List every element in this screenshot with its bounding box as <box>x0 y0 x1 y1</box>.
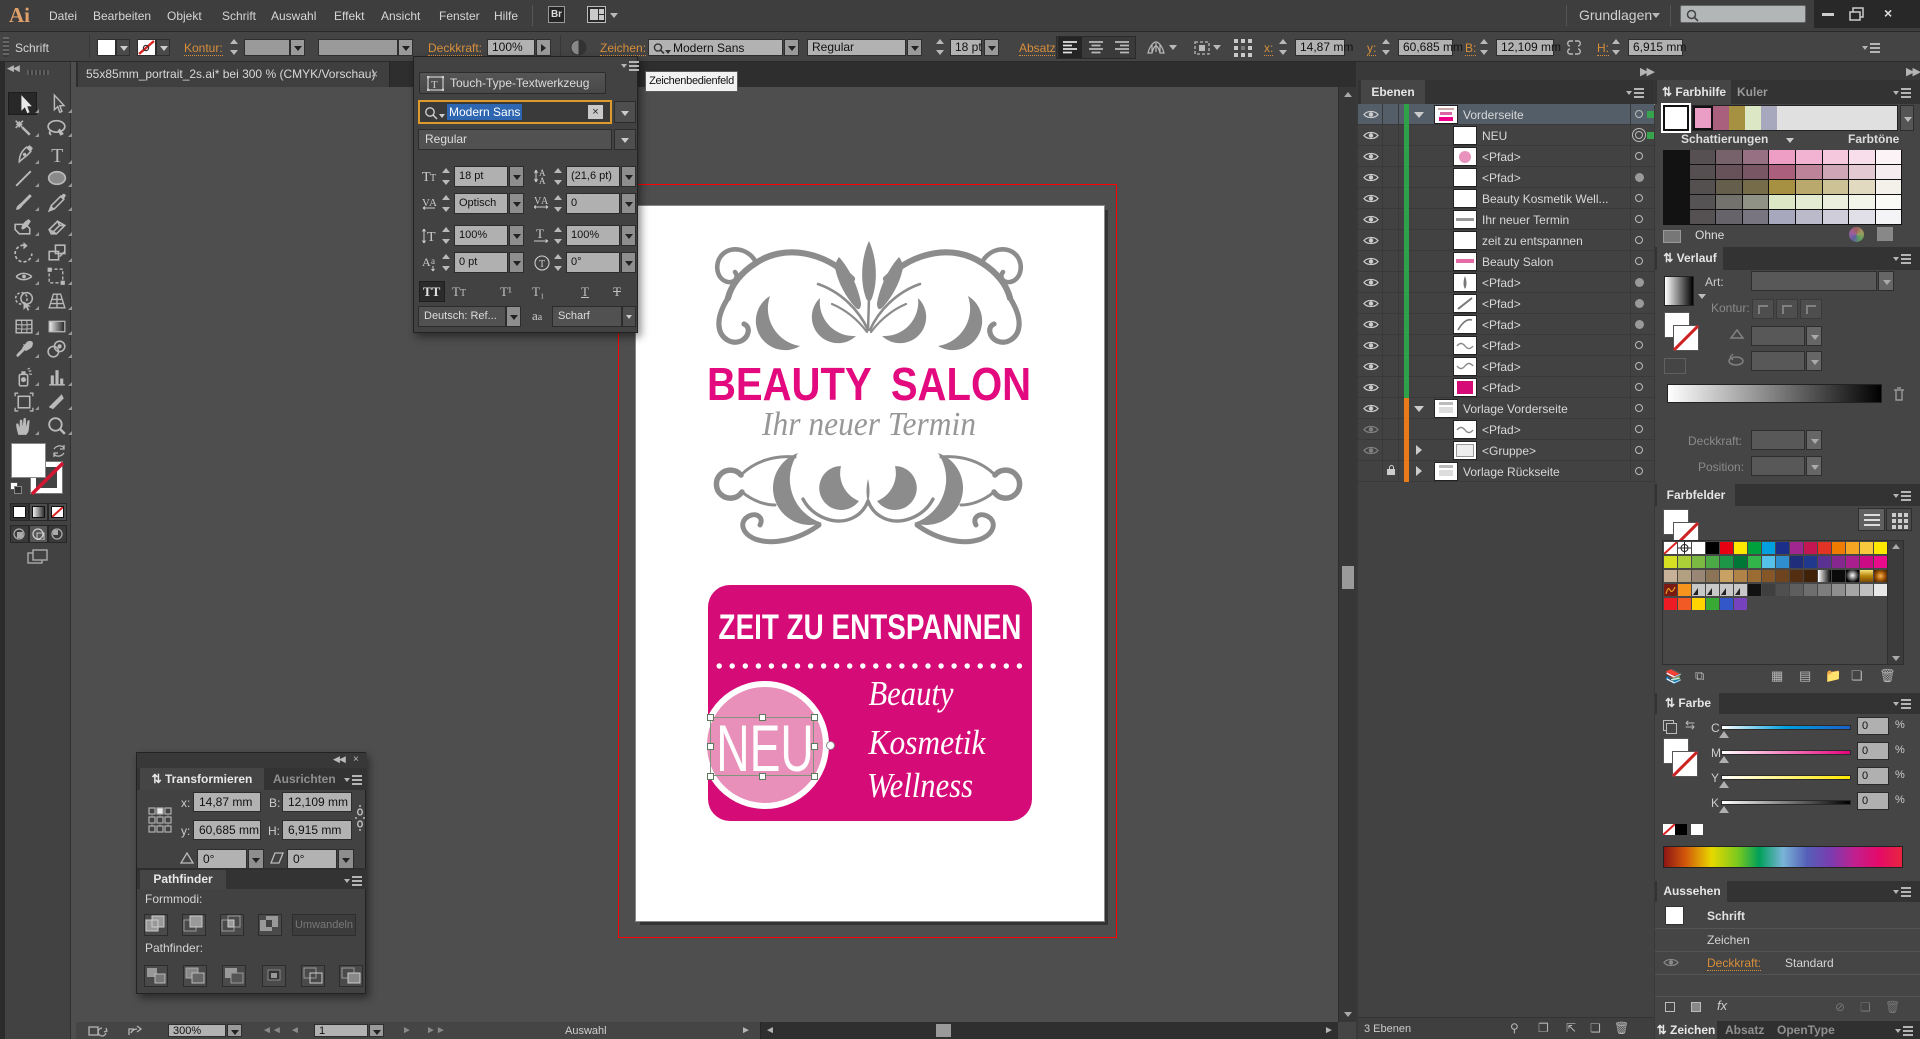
svg-text:T: T <box>427 230 436 245</box>
svg-text:A: A <box>429 197 437 209</box>
svg-text:T: T <box>539 259 545 270</box>
svg-text:A: A <box>541 196 549 207</box>
svg-text:T: T <box>51 145 63 166</box>
svg-text:T: T <box>536 227 544 241</box>
svg-text:a: a <box>431 256 435 266</box>
svg-text:T: T <box>431 79 438 91</box>
svg-text:A: A <box>422 255 431 269</box>
svg-text:T: T <box>430 173 436 184</box>
svg-text:A: A <box>539 176 546 186</box>
